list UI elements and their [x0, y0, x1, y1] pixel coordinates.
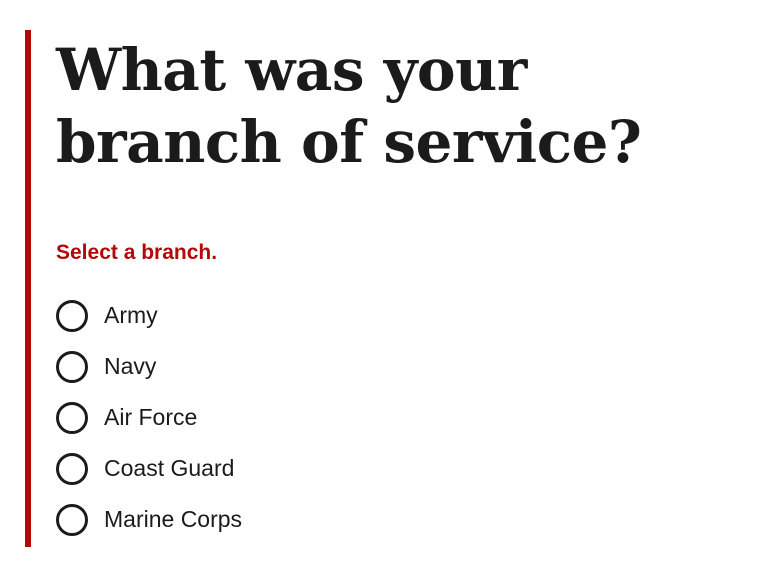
radio-option-coast-guard[interactable]: Coast Guard	[56, 443, 242, 494]
radio-button[interactable]	[56, 503, 88, 536]
radio-option-army[interactable]: Army	[56, 290, 242, 341]
error-message: Select a branch.	[56, 241, 218, 264]
radio-label[interactable]: Air Force	[104, 404, 197, 431]
radio-option-marine-corps[interactable]: Marine Corps	[56, 494, 242, 545]
radio-label[interactable]: Army	[104, 302, 158, 329]
branch-of-service-fieldset: What was your branch of service? Select …	[25, 30, 745, 547]
radio-option-air-force[interactable]: Air Force	[56, 392, 242, 443]
radio-button[interactable]	[56, 350, 88, 383]
page-title: What was your branch of service?	[56, 36, 642, 176]
radio-button[interactable]	[56, 452, 88, 485]
radio-option-navy[interactable]: Navy	[56, 341, 242, 392]
radio-group: Army Navy Air Force Coast Guard Marine C…	[56, 290, 242, 545]
radio-label[interactable]: Coast Guard	[104, 455, 234, 482]
radio-label[interactable]: Marine Corps	[104, 506, 242, 533]
radio-button[interactable]	[56, 401, 88, 434]
radio-label[interactable]: Navy	[104, 353, 156, 380]
radio-button[interactable]	[56, 299, 88, 332]
